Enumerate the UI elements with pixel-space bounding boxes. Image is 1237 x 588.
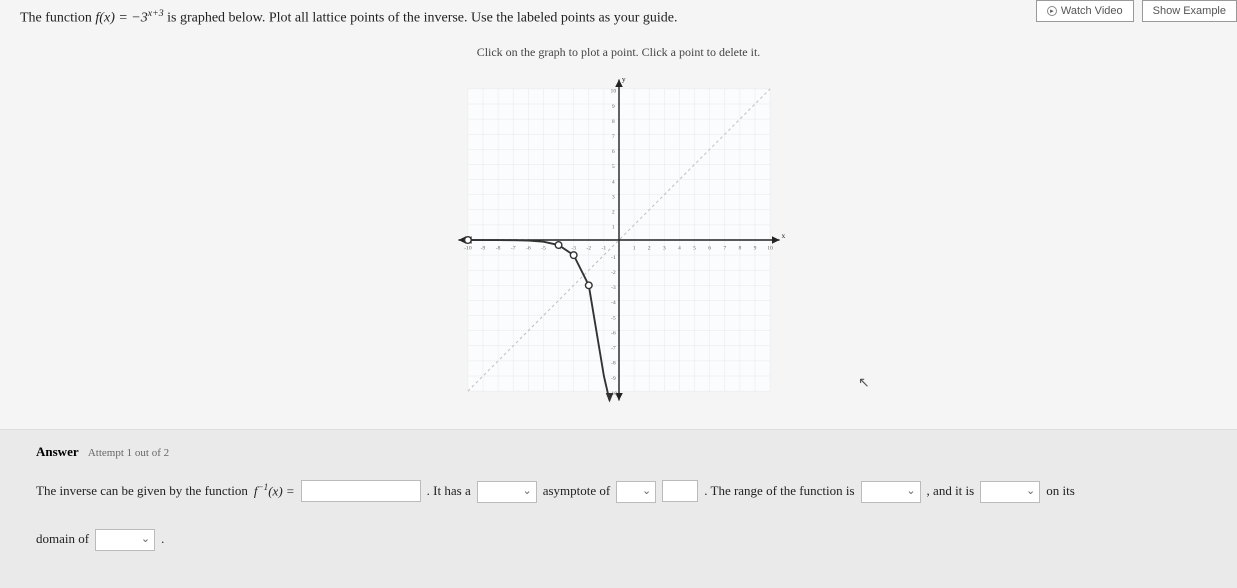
graph-instruction: Click on the graph to plot a point. Clic… — [0, 45, 1237, 60]
function-base: −3 — [131, 11, 147, 26]
svg-text:7: 7 — [723, 245, 726, 251]
answer-text-f: on its — [1046, 478, 1075, 504]
svg-text:5: 5 — [611, 164, 614, 170]
svg-text:9: 9 — [611, 103, 614, 109]
svg-text:10: 10 — [767, 245, 773, 251]
answer-text-c: asymptote of — [543, 478, 611, 504]
svg-text:-9: -9 — [610, 375, 615, 381]
svg-text:2: 2 — [611, 209, 614, 215]
svg-text:4: 4 — [611, 179, 614, 185]
watch-video-label: Watch Video — [1061, 5, 1123, 17]
answer-text-d: . The range of the function is — [704, 478, 854, 504]
svg-text:3: 3 — [662, 245, 665, 251]
svg-text:-5: -5 — [610, 315, 615, 321]
svg-text:-5: -5 — [541, 245, 546, 251]
svg-text:6: 6 — [708, 245, 711, 251]
x-axis-label: x — [781, 231, 785, 240]
inv-exp: −1 — [258, 482, 269, 492]
answer-text-b: . It has a — [427, 478, 471, 504]
svg-text:-10: -10 — [464, 245, 472, 251]
inv-arg: (x) = — [268, 483, 294, 498]
svg-text:2: 2 — [647, 245, 650, 251]
svg-text:6: 6 — [611, 149, 614, 155]
function-lhs: f(x) = — [95, 11, 131, 26]
asymptote-var-select[interactable] — [616, 481, 656, 503]
svg-text:-3: -3 — [610, 285, 615, 291]
svg-text:3: 3 — [611, 194, 614, 200]
function-exponent: x+3 — [148, 8, 164, 19]
interactive-graph[interactable]: x y -10 -9 -8 -7 -6 -5 -4 -3 -2 -1 1 2 3 4 5 6 7 8 9 10 10… — [449, 70, 789, 410]
asymptote-type-select[interactable] — [477, 481, 537, 503]
svg-text:-6: -6 — [525, 245, 530, 251]
answer-text-domain: domain of — [36, 526, 89, 552]
svg-text:-3: -3 — [571, 245, 576, 251]
answer-text-period: . — [161, 526, 164, 552]
svg-text:5: 5 — [693, 245, 696, 251]
answer-label: Answer — [36, 444, 79, 459]
svg-text:7: 7 — [611, 134, 614, 140]
cursor-icon: ↖ — [858, 375, 870, 392]
range-select[interactable] — [861, 481, 921, 503]
svg-text:-2: -2 — [610, 270, 615, 276]
y-axis-label: y — [621, 74, 625, 83]
answer-text-a: The inverse can be given by the function — [36, 478, 248, 504]
svg-text:-2: -2 — [586, 245, 591, 251]
attempt-counter: Attempt 1 out of 2 — [88, 447, 169, 459]
svg-text:1: 1 — [611, 224, 614, 230]
svg-text:9: 9 — [753, 245, 756, 251]
svg-text:-9: -9 — [480, 245, 485, 251]
svg-text:-8: -8 — [495, 245, 500, 251]
svg-text:-1: -1 — [601, 245, 606, 251]
svg-text:-1: -1 — [610, 255, 615, 261]
svg-text:8: 8 — [738, 245, 741, 251]
svg-text:4: 4 — [678, 245, 681, 251]
svg-text:1: 1 — [632, 245, 635, 251]
svg-text:8: 8 — [611, 119, 614, 125]
problem-pre: The function — [20, 11, 95, 26]
problem-post: is graphed below. Plot all lattice point… — [167, 11, 677, 26]
svg-text:10: 10 — [610, 88, 616, 94]
monotonic-select[interactable] — [980, 481, 1040, 503]
asymptote-value-input[interactable] — [662, 480, 698, 502]
show-example-button[interactable]: Show Example — [1142, 0, 1237, 22]
domain-select[interactable] — [95, 529, 155, 551]
svg-text:-6: -6 — [610, 330, 615, 336]
svg-text:-7: -7 — [610, 345, 615, 351]
watch-video-button[interactable]: ▸ Watch Video — [1036, 0, 1134, 22]
inverse-function-input[interactable] — [301, 480, 421, 502]
svg-text:-7: -7 — [510, 245, 515, 251]
answer-section: Answer Attempt 1 out of 2 The inverse ca… — [0, 429, 1237, 588]
play-icon: ▸ — [1047, 6, 1057, 16]
svg-text:-4: -4 — [610, 300, 615, 306]
show-example-label: Show Example — [1153, 5, 1226, 17]
answer-text-e: , and it is — [927, 478, 975, 504]
svg-text:-8: -8 — [610, 360, 615, 366]
